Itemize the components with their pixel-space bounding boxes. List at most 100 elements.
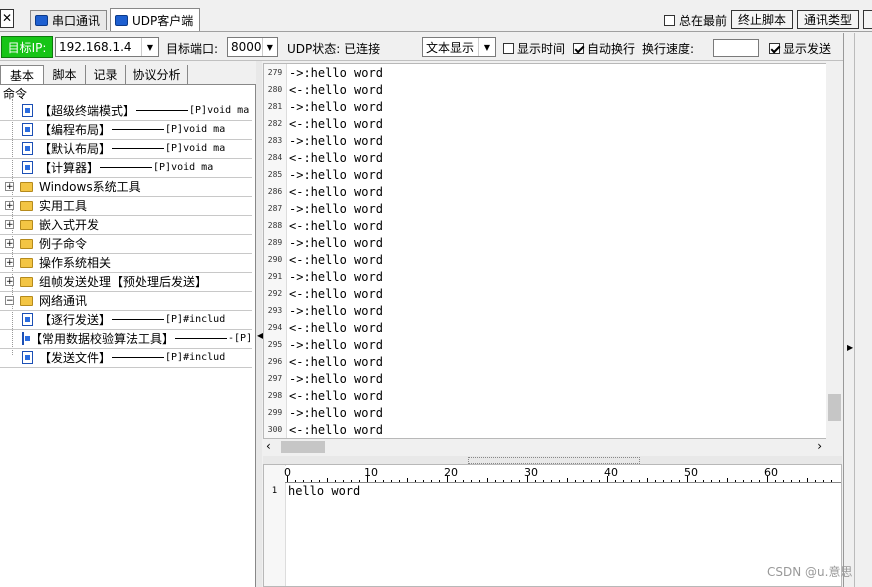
tab-protocol-analysis[interactable]: 协议分析 — [126, 65, 188, 84]
log-line-text: <-:hello word — [289, 286, 383, 301]
tree-command-item[interactable]: 【编程布局】 [P]void ma — [0, 120, 252, 140]
always-on-top-checkbox[interactable]: 总在最前 — [664, 12, 727, 29]
ruler-tick — [431, 480, 432, 482]
ruler-tick — [495, 480, 496, 482]
log-vertical-scrollbar[interactable] — [826, 63, 842, 439]
log-line: 285 ->:hello word — [264, 166, 824, 183]
log-line: 289 ->:hello word — [264, 234, 824, 251]
expand-icon[interactable]: + — [5, 277, 14, 287]
tree-folder-item[interactable]: − 网络通讯 — [0, 291, 252, 311]
ruler-tick — [743, 480, 744, 482]
log-horizontal-scrollbar[interactable]: ‹ › — [263, 439, 826, 455]
chevron-down-icon[interactable]: ▼ — [261, 38, 277, 56]
folder-icon — [20, 276, 33, 287]
tree-command-item[interactable]: 【发送文件】 [P]#includ — [0, 348, 252, 368]
expand-icon[interactable]: + — [5, 201, 14, 211]
horizontal-splitter[interactable] — [263, 456, 842, 464]
separator-line — [112, 129, 165, 130]
ruler-tick — [783, 480, 784, 482]
separator-line — [175, 338, 228, 339]
ruler-tick — [391, 480, 392, 482]
target-ip-select[interactable]: 192.168.1.4 ▼ — [55, 37, 159, 57]
ruler-tick — [663, 480, 664, 482]
close-icon[interactable]: ✕ — [0, 9, 14, 28]
expand-right-icon[interactable]: ▶ — [847, 343, 853, 352]
tab-record[interactable]: 记录 — [86, 65, 126, 84]
show-time-label: 显示时间 — [517, 42, 566, 56]
log-line-number: 284 — [267, 153, 283, 162]
tree-command-item[interactable]: 【超级终端模式】 [P]void ma — [0, 101, 252, 121]
tree-item-label: 嵌入式开发 — [39, 218, 100, 232]
ruler-tick — [711, 480, 712, 482]
right-panel-edge — [848, 33, 855, 587]
receive-log[interactable]: 279 ->:hello word 280 <-:hello word 281 ->:he… — [263, 63, 842, 439]
hscroll-thumb[interactable] — [281, 441, 325, 453]
serial-tab-icon — [35, 15, 48, 26]
splitter-grip[interactable] — [468, 457, 640, 464]
tab-serial[interactable]: 串口通讯 — [30, 10, 108, 30]
tree-folder-item[interactable]: + 实用工具 — [0, 196, 252, 216]
log-line-number: 283 — [267, 136, 283, 145]
log-line-text: <-:hello word — [289, 184, 383, 199]
expand-icon[interactable]: + — [5, 239, 14, 249]
tree-folder-item[interactable]: + 例子命令 — [0, 234, 252, 254]
ruler-tick — [631, 480, 632, 482]
chevron-down-icon[interactable]: ▼ — [478, 38, 495, 56]
tree-command-item[interactable]: 【计算器】 [P]void ma — [0, 158, 252, 178]
collapse-icon[interactable]: − — [5, 296, 14, 306]
tree-command-item[interactable]: 【逐行发送】 [P]#includ — [0, 310, 252, 330]
tree-folder-item[interactable]: + 操作系统相关 — [0, 253, 252, 273]
show-send-checkbox[interactable]: 显示发送 — [769, 40, 831, 57]
script-file-icon — [22, 161, 33, 174]
folder-icon — [20, 238, 33, 249]
tab-script[interactable]: 脚本 — [44, 65, 86, 84]
log-line-text: <-:hello word — [289, 150, 383, 165]
ruler-tick — [775, 480, 776, 482]
tree-folder-item[interactable]: + 组帧发送处理【预处理后发送】 — [0, 272, 252, 292]
editor-text[interactable]: hello word — [288, 484, 360, 498]
ruler-tick — [583, 480, 584, 482]
separator-line — [100, 167, 153, 168]
panel-splitter[interactable]: ◀ — [256, 61, 263, 587]
ruler-tick — [503, 480, 504, 482]
expand-icon[interactable]: + — [5, 258, 14, 268]
log-line-text: <-:hello word — [289, 422, 383, 437]
chevron-down-icon[interactable]: ▼ — [141, 38, 158, 56]
tab-basic[interactable]: 基本 — [0, 65, 44, 84]
log-line-number: 295 — [267, 340, 283, 349]
expand-icon[interactable]: + — [5, 220, 14, 230]
ruler-tick — [319, 480, 320, 482]
tab-udp-client[interactable]: UDP客户端 — [110, 8, 201, 31]
udp-tab-icon — [115, 14, 128, 26]
tree-folder-item[interactable]: + Windows系统工具 — [0, 177, 252, 197]
log-line-number: 294 — [267, 323, 283, 332]
ruler-tick — [423, 480, 424, 482]
tree-command-item[interactable]: 【默认布局】 [P]void ma — [0, 139, 252, 159]
ruler-tick — [463, 480, 464, 482]
tab-udp-label: UDP客户端 — [132, 13, 194, 28]
show-time-checkbox[interactable]: 显示时间 — [503, 40, 565, 57]
display-mode-select[interactable]: 文本显示 ▼ — [422, 37, 496, 57]
tree-item-label: 【编程布局】 — [39, 123, 112, 137]
vscroll-thumb[interactable] — [828, 394, 841, 421]
stop-script-button[interactable]: 终止脚本 — [731, 10, 793, 29]
log-line-text: <-:hello word — [289, 354, 383, 369]
log-line-text: ->:hello word — [289, 303, 383, 318]
tree-command-item[interactable]: 【常用数据校验算法工具】 -[P] #defin — [0, 329, 252, 349]
ruler-tick — [455, 480, 456, 482]
line-speed-input[interactable] — [713, 39, 759, 57]
auto-wrap-checkbox[interactable]: 自动换行 — [573, 40, 635, 57]
scroll-right-icon[interactable]: › — [817, 439, 822, 453]
tree-folder-item[interactable]: + 嵌入式开发 — [0, 215, 252, 235]
ruler-tick — [511, 480, 512, 482]
separator-line — [112, 319, 165, 320]
overflow-button[interactable] — [863, 10, 872, 29]
log-line-number: 298 — [267, 391, 283, 400]
target-port-select[interactable]: 8000 ▼ — [227, 37, 278, 57]
scroll-left-icon[interactable]: ‹ — [266, 439, 271, 453]
expand-icon[interactable]: + — [5, 182, 14, 192]
ruler-tick — [679, 480, 680, 482]
log-line-number: 282 — [267, 119, 283, 128]
tree-item-label: 【发送文件】 — [39, 351, 112, 365]
comm-type-button[interactable]: 通讯类型 — [797, 10, 859, 29]
